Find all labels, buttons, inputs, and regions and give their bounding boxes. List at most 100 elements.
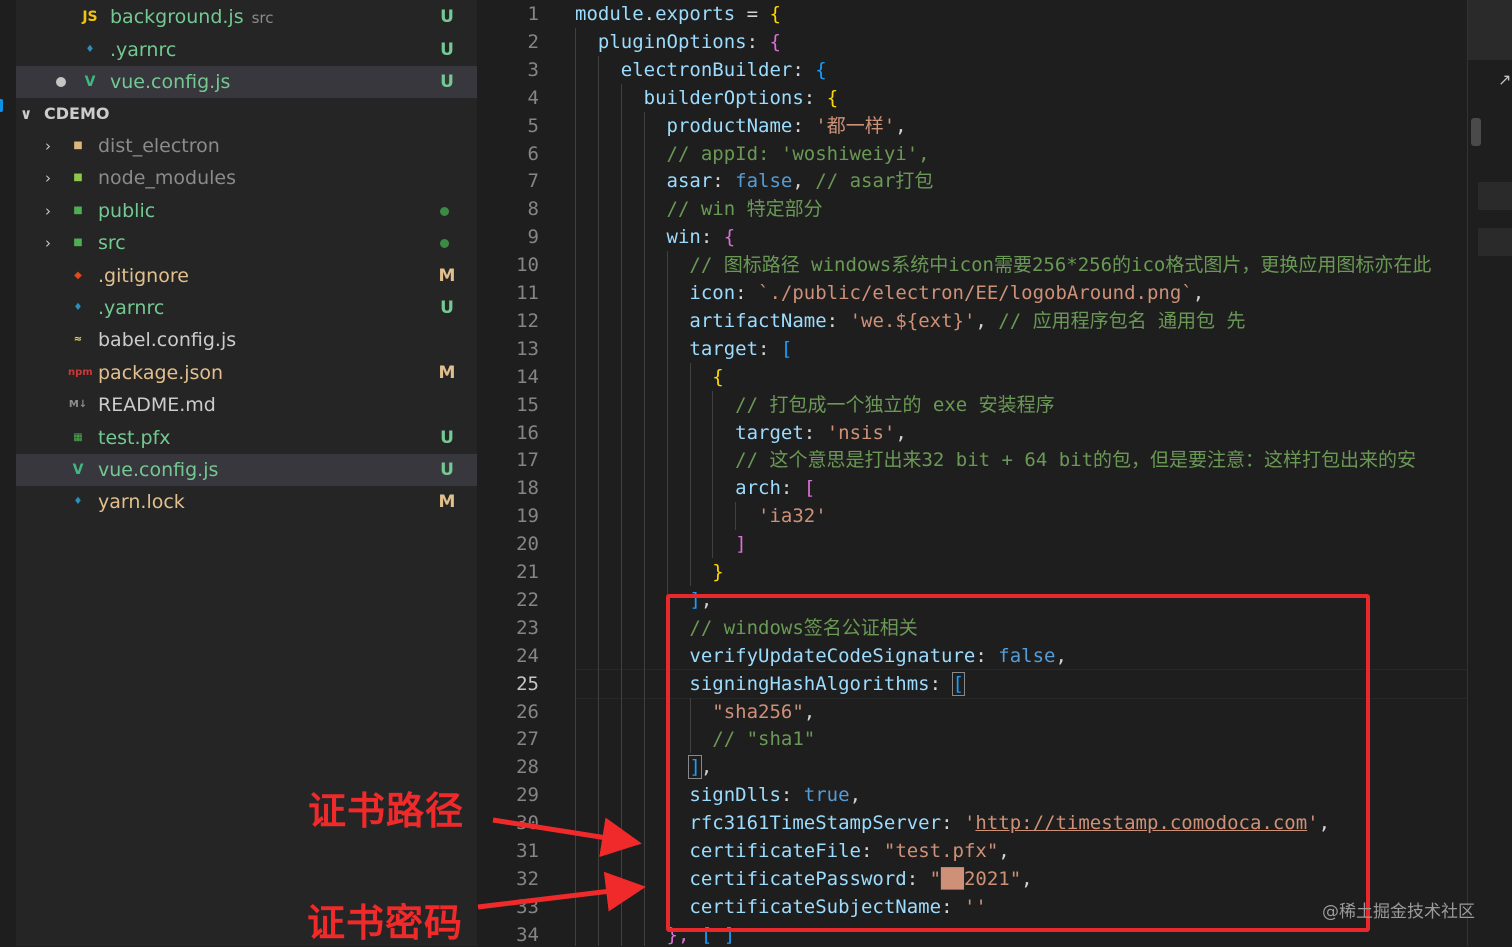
code-line[interactable]: productName: '都一样',: [575, 112, 907, 140]
file-label: .yarnrc: [110, 38, 177, 61]
line-number: 9: [527, 226, 539, 249]
line-number: 21: [516, 561, 539, 583]
code-token: win: [666, 226, 701, 249]
line-number: 19: [516, 505, 539, 528]
line-number: 7: [527, 170, 539, 193]
code-token: target: [689, 337, 759, 360]
chevron-right-icon: ›: [45, 201, 51, 220]
tree-item-2[interactable]: › ■ public: [16, 195, 477, 227]
code-line[interactable]: // 打包成一个独立的 exe 安装程序: [575, 391, 1055, 419]
code-token: `./public/electron/EE/logobAround.png`: [758, 282, 1193, 304]
code-line[interactable]: builderOptions: {: [575, 84, 839, 112]
code-line[interactable]: target: [: [575, 335, 792, 363]
code-token: // 这个意思是打出来32 bit + 64 bit的包，但是要注意：这样打包出…: [735, 449, 1417, 472]
open-editor-item-0[interactable]: JS background.js src U: [16, 1, 477, 33]
code-token: // asar打包: [815, 170, 934, 193]
code-token: :: [780, 477, 804, 500]
file-label: vue.config.js: [98, 459, 219, 481]
code-line[interactable]: 'ia32': [575, 502, 827, 530]
code-line[interactable]: // 图标路径 windows系统中icon需要256*256的ico格式图片，…: [575, 251, 1431, 279]
chevron-down-icon: ∨: [20, 105, 33, 123]
line-number: 15: [516, 393, 539, 416]
code-token: :: [826, 309, 850, 332]
code-line[interactable]: {: [575, 363, 723, 391]
public-folder-icon: ■: [73, 204, 83, 216]
git-status-dot: [440, 206, 449, 216]
cert-path-label: 证书路径: [308, 789, 465, 833]
line-number: 30: [516, 812, 539, 835]
code-token: '都一样': [815, 114, 896, 137]
minimap[interactable]: ↗: [1467, 0, 1512, 946]
code-token: target: [735, 421, 804, 444]
code-token: builderOptions: [643, 86, 804, 109]
code-token: icon: [689, 282, 736, 304]
tree-item-8[interactable]: M↓ README.md: [16, 389, 477, 421]
code-token: ,: [895, 421, 907, 444]
git-status-dot: [440, 239, 449, 249]
tree-item-6[interactable]: ≈ babel.config.js: [16, 324, 477, 356]
chevron-right-icon: ›: [45, 169, 51, 188]
tree-item-9[interactable]: ▦ test.pfx U: [16, 422, 477, 454]
tree-item-7[interactable]: npm package.json M: [16, 357, 477, 389]
code-token: ,: [895, 114, 907, 137]
code-line[interactable]: pluginOptions: {: [575, 28, 781, 56]
tree-item-3[interactable]: › ■ src: [16, 227, 477, 259]
minimap-viewport[interactable]: [1468, 0, 1512, 60]
git-icon: ◆: [74, 269, 82, 281]
line-number: 6: [527, 142, 539, 165]
file-label: .gitignore: [98, 264, 189, 287]
code-token: false: [735, 170, 793, 193]
file-label: .yarnrc: [98, 297, 165, 319]
tree-item-0[interactable]: › ■ dist_electron: [16, 130, 477, 162]
code-line[interactable]: // win 特定部分: [575, 195, 823, 223]
node-folder-icon: ■: [73, 172, 83, 184]
file-label: babel.config.js: [98, 329, 237, 352]
tree-item-4[interactable]: ◆ .gitignore M: [16, 260, 477, 292]
sidebar-edge: [0, 0, 16, 946]
code-line[interactable]: icon: `./public/electron/EE/logobAround.…: [575, 279, 1204, 307]
line-number: 8: [527, 198, 539, 221]
git-status-badge: M: [438, 492, 456, 513]
workspace-section-header[interactable]: ∨ CDEMO: [16, 98, 477, 130]
git-status-badge: M: [438, 265, 456, 286]
code-line[interactable]: artifactName: 'we.${ext}', // 应用程序包名 通用包…: [575, 307, 1245, 335]
tree-item-5[interactable]: ♦ .yarnrc U: [16, 292, 477, 324]
scrollbar-thumb[interactable]: [1471, 118, 1481, 146]
code-line[interactable]: // appId: 'woshiweiyi',: [575, 140, 930, 168]
code-line[interactable]: electronBuilder: {: [575, 56, 827, 84]
minimap-region: [1478, 228, 1512, 256]
git-status-badge: U: [440, 72, 454, 92]
tree-item-1[interactable]: › ■ node_modules: [16, 162, 477, 194]
code-token: ,: [792, 170, 816, 193]
code-token: 'nsis': [826, 421, 896, 444]
code-line[interactable]: // 这个意思是打出来32 bit + 64 bit的包，但是要注意：这样打包出…: [575, 446, 1416, 474]
tree-item-11[interactable]: ♦ yarn.lock M: [16, 486, 477, 518]
code-line[interactable]: asar: false, // asar打包: [575, 167, 934, 195]
highlight-box: [666, 594, 1370, 932]
line-number: 17: [516, 449, 539, 472]
babel-icon: ≈: [73, 334, 83, 346]
folder-icon: ■: [73, 140, 83, 151]
code-line[interactable]: target: 'nsis',: [575, 419, 907, 447]
code-line[interactable]: }: [575, 558, 724, 586]
open-editor-item-1[interactable]: ♦ .yarnrc U: [16, 34, 477, 66]
file-label: package.json: [98, 361, 224, 384]
expand-arrow-icon[interactable]: ↗: [1498, 70, 1511, 89]
code-line[interactable]: module.exports = {: [575, 0, 781, 28]
code-token: // appId: 'woshiweiyi',: [666, 142, 930, 165]
code-line[interactable]: ]: [575, 530, 746, 558]
code-token: 'ia32': [758, 505, 827, 528]
line-number: 4: [527, 86, 539, 109]
code-token: :: [758, 337, 781, 360]
code-token: }: [712, 561, 724, 583]
code-line[interactable]: win: {: [575, 223, 736, 251]
tree-item-10[interactable]: Vvue.config.js U: [16, 454, 477, 486]
git-status-badge: U: [440, 7, 454, 27]
open-editor-item-2[interactable]: Vvue.config.js U: [16, 66, 477, 98]
code-token: module: [575, 3, 644, 25]
code-line[interactable]: arch: [: [575, 474, 815, 502]
line-number: 2: [527, 30, 539, 53]
